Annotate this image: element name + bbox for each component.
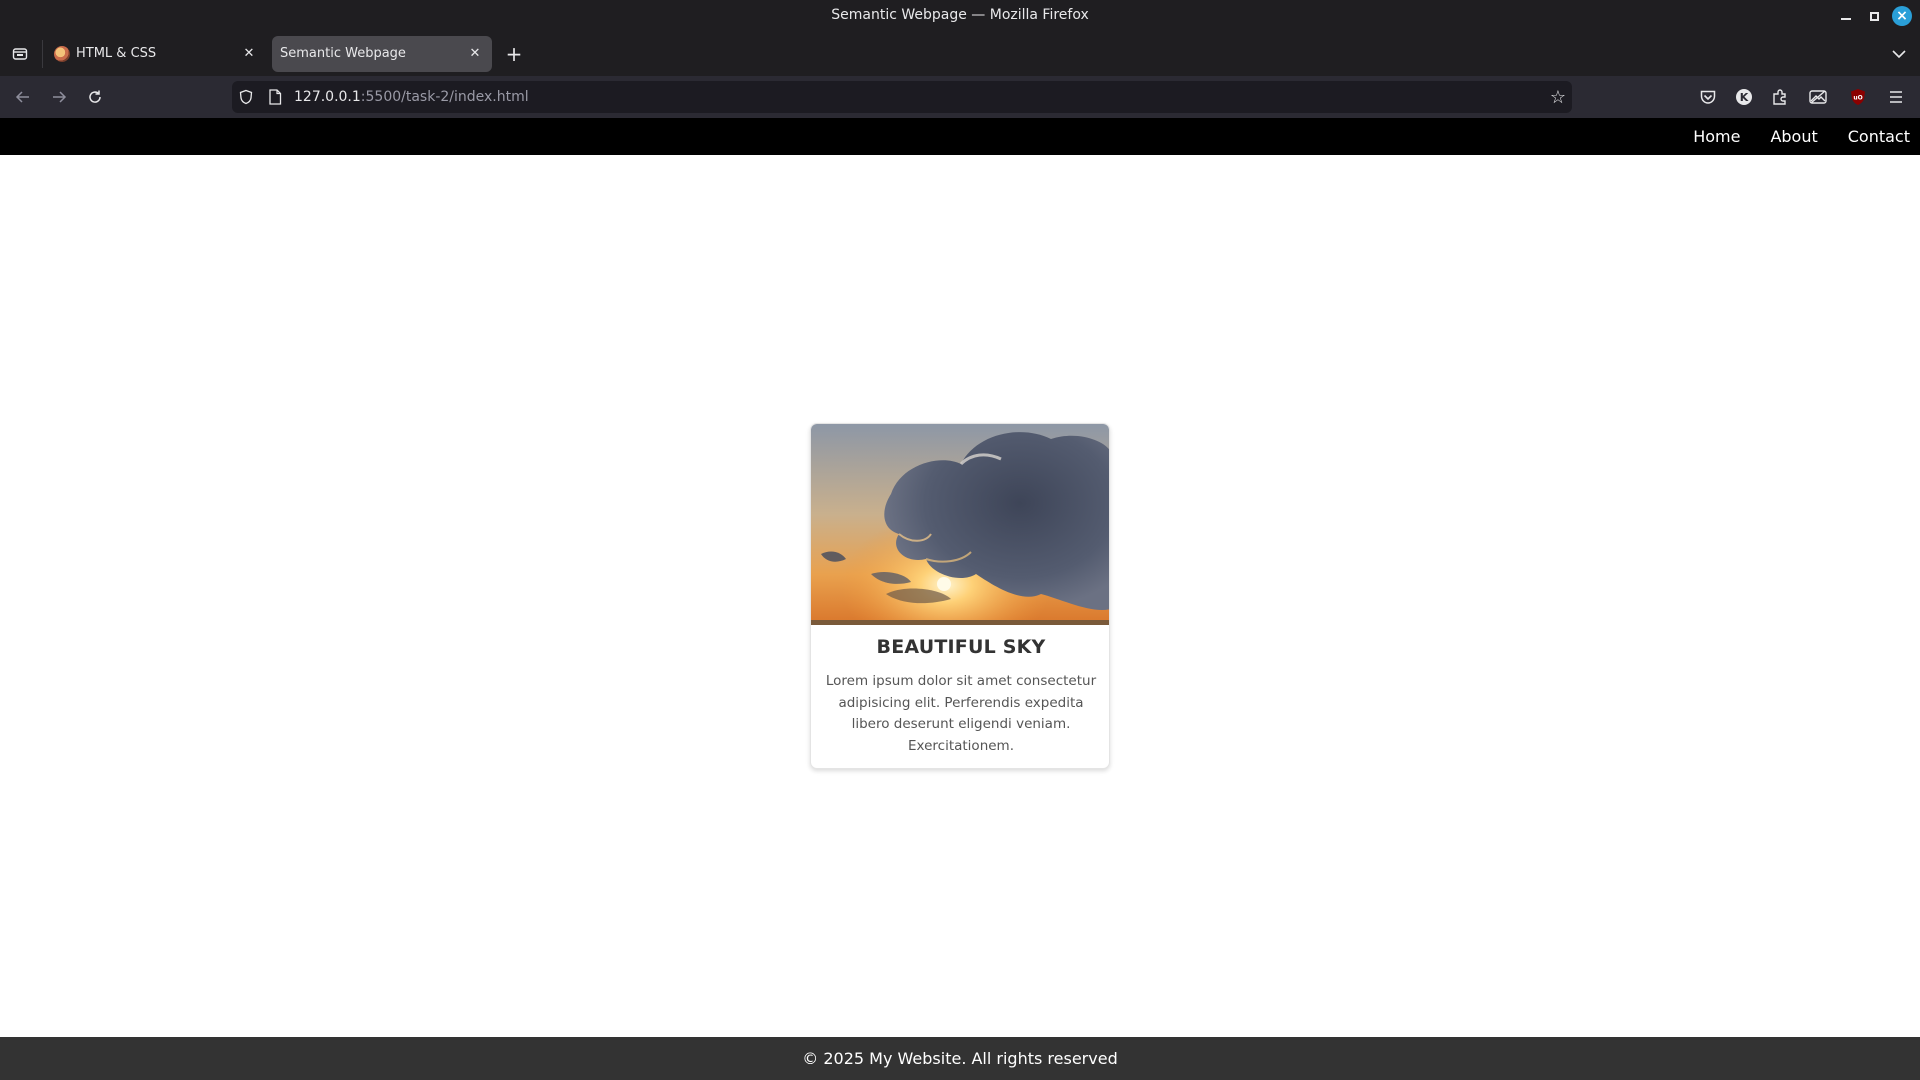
url-path: :5500/task-2/index.html <box>360 89 529 105</box>
back-button[interactable] <box>10 84 36 110</box>
tab-html-css[interactable]: HTML & CSS ✕ <box>46 36 264 72</box>
site-nav: Home About Contact <box>1693 118 1920 155</box>
nav-link-home[interactable]: Home <box>1693 127 1740 146</box>
pocket-button[interactable] <box>1698 87 1718 107</box>
sunset-sky-image <box>811 424 1109 625</box>
menu-icon <box>1890 91 1902 103</box>
app-menu-button[interactable] <box>1886 87 1906 107</box>
chevron-down-icon <box>1892 50 1906 59</box>
maximize-icon <box>1869 11 1879 21</box>
k-extension-icon: K <box>1736 89 1752 105</box>
close-icon: × <box>1896 8 1908 24</box>
pocket-icon <box>1700 90 1716 104</box>
extensions-button[interactable] <box>1770 87 1790 107</box>
tab-label: HTML & CSS <box>76 46 157 61</box>
page-icon[interactable] <box>268 89 282 105</box>
firefox-view-icon <box>12 48 28 60</box>
nav-link-about[interactable]: About <box>1770 127 1817 146</box>
tab-label: Semantic Webpage <box>280 46 406 61</box>
palette-icon <box>54 46 70 62</box>
tab-close-icon[interactable]: ✕ <box>240 44 258 62</box>
shield-icon[interactable] <box>238 89 254 105</box>
reload-icon <box>89 90 101 103</box>
card-title: BEAUTIFUL SKY <box>876 636 1046 658</box>
svg-text:uO: uO <box>1853 95 1862 102</box>
firefox-view-button[interactable] <box>8 42 32 66</box>
site-footer: © 2025 My Website. All rights reserved <box>0 1037 1920 1080</box>
bookmark-star-icon[interactable]: ☆ <box>1548 87 1568 108</box>
new-tab-button[interactable]: + <box>502 42 526 66</box>
card-text: Lorem ipsum dolor sit amet consectetur a… <box>825 673 1097 754</box>
list-all-tabs-button[interactable] <box>1888 44 1910 64</box>
ublock-origin-icon: uO <box>1851 89 1865 105</box>
minimize-button[interactable] <box>1836 6 1856 26</box>
footer-copyright: © 2025 My Website. All rights reserved <box>802 1049 1118 1068</box>
navigation-toolbar: 127.0.0.1:5500/task-2/index.html ☆ K uO <box>0 76 1920 118</box>
image-extension-button[interactable] <box>1808 87 1828 107</box>
site-header: Home About Contact <box>0 118 1920 155</box>
forward-button[interactable] <box>46 84 72 110</box>
window-title: Semantic Webpage — Mozilla Firefox <box>831 7 1089 23</box>
k-extension-button[interactable]: K <box>1734 87 1754 107</box>
tab-close-icon[interactable]: ✕ <box>466 44 484 62</box>
maximize-button[interactable] <box>1864 6 1884 26</box>
card: BEAUTIFUL SKY Lorem ipsum dolor sit amet… <box>810 423 1110 769</box>
arrow-right-icon <box>53 91 67 103</box>
nav-link-contact[interactable]: Contact <box>1848 127 1910 146</box>
tab-bar: HTML & CSS ✕ Semantic Webpage ✕ + <box>0 32 1920 76</box>
main-content: BEAUTIFUL SKY Lorem ipsum dolor sit amet… <box>0 155 1920 1037</box>
url-text[interactable]: 127.0.0.1:5500/task-2/index.html <box>294 89 529 105</box>
tab-separator <box>42 40 43 68</box>
ublock-origin-button[interactable]: uO <box>1848 87 1868 107</box>
extensions-icon <box>1773 89 1786 105</box>
arrow-left-icon <box>15 91 29 103</box>
reload-button[interactable] <box>82 84 108 110</box>
minimize-icon <box>1841 18 1851 20</box>
svg-text:K: K <box>1740 91 1749 104</box>
url-host: 127.0.0.1 <box>294 89 361 105</box>
window-titlebar: Semantic Webpage — Mozilla Firefox × <box>0 0 1920 32</box>
image-extension-icon <box>1809 90 1827 104</box>
address-bar[interactable]: 127.0.0.1:5500/task-2/index.html ☆ <box>232 81 1572 113</box>
tab-semantic-webpage[interactable]: Semantic Webpage ✕ <box>272 36 492 72</box>
close-window-button[interactable]: × <box>1892 6 1912 26</box>
plus-icon: + <box>505 42 523 66</box>
card-image <box>811 424 1109 625</box>
